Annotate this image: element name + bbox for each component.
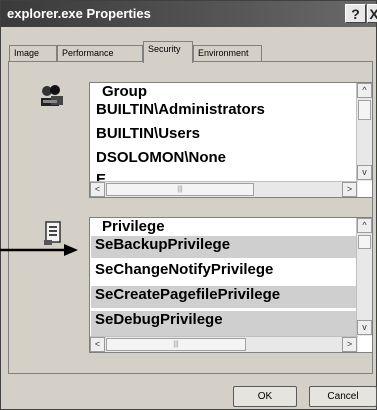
tab-environment[interactable]: Environment [193,45,262,62]
tab-performance[interactable]: Performance [57,45,143,62]
annotation-arrow-icon [0,244,78,256]
cancel-button[interactable]: Cancel [309,386,377,407]
scroll-thumb[interactable]: ||| [106,183,254,196]
privilege-vscrollbar[interactable]: ^ v [356,218,372,336]
security-panel: Group BUILTIN\Administrators BUILTIN\Use… [8,61,373,374]
scroll-down-button[interactable]: v [357,320,372,335]
window-title: explorer.exe Properties [7,6,151,21]
title-bar[interactable]: explorer.exe Properties ? X [1,1,377,27]
close-button[interactable]: X [367,4,377,23]
users-icon [41,85,63,106]
group-list[interactable]: Group BUILTIN\Administrators BUILTIN\Use… [89,82,373,198]
table-row[interactable]: SeDebugPrivilege [91,311,357,333]
scroll-right-button[interactable]: > [342,182,357,197]
list-item[interactable]: BUILTIN\Administrators [96,101,265,123]
ok-button[interactable]: OK [233,386,297,407]
scroll-up-button[interactable]: ^ [357,83,372,98]
list-item[interactable]: DSOLOMON\None [96,149,226,171]
group-hscrollbar[interactable]: < ||| > [90,181,358,197]
scroll-thumb[interactable] [358,100,371,120]
tab-security[interactable]: Security [143,41,193,63]
table-row[interactable]: SeCreatePagefilePrivilege [91,286,357,308]
privilege-header: Privilege [102,218,165,235]
scroll-thumb[interactable]: ||| [106,338,246,351]
table-row[interactable]: SeBackupPrivilege [91,236,357,258]
tab-image[interactable]: Image [9,45,57,62]
help-button[interactable]: ? [345,4,366,23]
scroll-right-button[interactable]: > [342,337,357,352]
list-item[interactable]: BUILTIN\Users [96,125,200,147]
privilege-hscrollbar[interactable]: < ||| > [90,336,358,352]
group-vscrollbar[interactable]: ^ v [356,83,372,181]
group-header: Group [102,83,147,100]
scroll-thumb[interactable] [358,235,371,249]
list-item[interactable]: E [96,169,106,181]
scroll-down-button[interactable]: v [357,165,372,180]
table-row[interactable]: SeChangeNotifyPrivilege [91,261,357,283]
properties-window: explorer.exe Properties ? X Image Perfor… [0,0,377,410]
scroll-left-button[interactable]: < [90,337,105,352]
scroll-up-button[interactable]: ^ [357,218,372,233]
privilege-list[interactable]: Privilege SeBackupPrivilege SeChangeNoti… [89,217,373,353]
scroll-left-button[interactable]: < [90,182,105,197]
